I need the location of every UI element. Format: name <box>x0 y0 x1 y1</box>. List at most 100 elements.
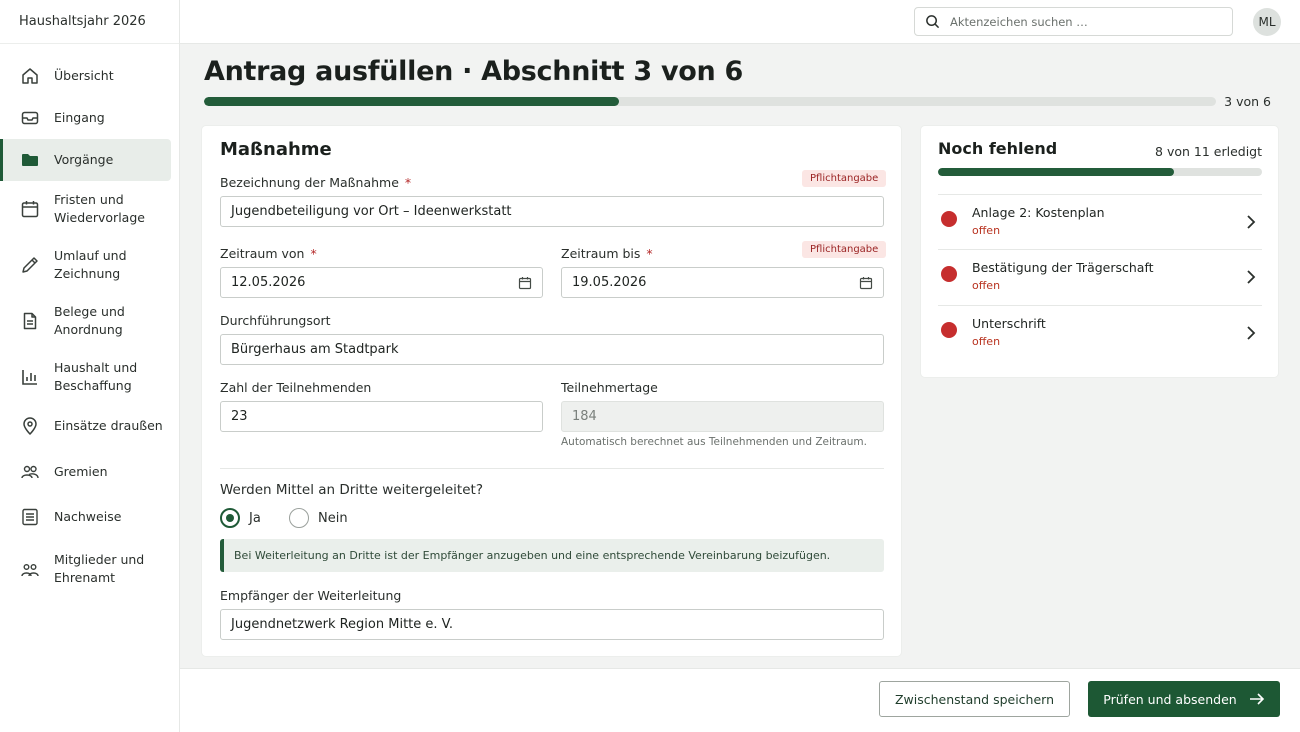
arrow-right-icon <box>1249 692 1265 706</box>
search-icon <box>925 14 940 29</box>
sidebar-nav: Übersicht Eingang Vorgänge Fristen und W… <box>0 44 179 597</box>
search-box[interactable] <box>914 7 1233 36</box>
section-progress-bar <box>204 97 1216 106</box>
chevron-right-icon <box>1246 269 1256 289</box>
status-dot-icon <box>941 211 957 227</box>
field-label-bezeichnung: Bezeichnung der Maßnahme * <box>220 175 411 190</box>
missing-item-status: offen <box>972 279 1001 292</box>
info-callout: Bei Weiterleitung an Dritte ist der Empf… <box>220 539 884 572</box>
radio-indicator[interactable] <box>289 508 309 528</box>
field-label-ort: Durchführungsort <box>220 313 331 328</box>
status-dot-icon <box>941 322 957 338</box>
sidebar-item-fristen[interactable]: Fristen und Wiedervorlage <box>0 181 171 237</box>
fiscal-year-title: Haushaltsjahr 2026 <box>0 0 179 44</box>
sidebar: Haushaltsjahr 2026 Übersicht Eingang Vor… <box>0 0 180 732</box>
checklist-icon <box>20 507 40 527</box>
required-asterisk: * <box>404 175 412 190</box>
bezeichnung-input[interactable]: Jugendbeteiligung vor Ort – Ideenwerksta… <box>220 196 884 227</box>
search-input[interactable] <box>950 14 1220 29</box>
document-icon <box>20 311 40 331</box>
required-badge: Pflichtangabe <box>802 170 887 187</box>
form-card: Maßnahme Bezeichnung der Maßnahme * Pflic… <box>202 126 901 656</box>
folder-icon <box>20 150 40 170</box>
field-label-teilnehmertage: Teilnehmertage <box>561 380 658 395</box>
label-text: Bezeichnung der Maßnahme <box>220 175 399 190</box>
teilnehmertage-hint: Automatisch berechnet aus Teilnehmenden … <box>561 436 868 448</box>
sidebar-item-uebersicht[interactable]: Übersicht <box>0 55 171 97</box>
sidebar-item-umlauf[interactable]: Umlauf und Zeichnung <box>0 237 171 293</box>
sidebar-item-label: Mitglieder und Ehrenamt <box>54 552 145 585</box>
home-icon <box>20 66 40 86</box>
missing-item-status: offen <box>972 224 1001 237</box>
sidebar-item-gremien[interactable]: Gremien <box>0 451 171 493</box>
radio-ja[interactable]: Ja <box>220 508 261 528</box>
sidebar-item-label: Fristen und Wiedervorlage <box>54 192 145 225</box>
sidebar-item-label: Gremien <box>54 464 108 479</box>
sidebar-item-nachweise[interactable]: Nachweise <box>0 496 171 538</box>
radio-label: Ja <box>249 510 261 526</box>
sidebar-item-label: Eingang <box>54 110 105 125</box>
completion-count: 8 von 11 erledigt <box>1155 144 1262 159</box>
missing-items-card: Noch fehlend 8 von 11 erledigt Anlage 2:… <box>921 126 1278 377</box>
weiterleitung-question: Werden Mittel an Dritte weitergeleitet? <box>220 482 483 498</box>
missing-item-kostenplan[interactable]: Anlage 2: Kostenplan offen <box>938 194 1262 250</box>
sidebar-item-haushalt[interactable]: Haushalt und Beschaffung <box>0 349 171 405</box>
missing-item-status: offen <box>972 335 1001 348</box>
sidebar-item-eingang[interactable]: Eingang <box>0 97 171 139</box>
radio-label: Nein <box>318 510 348 526</box>
missing-item-label: Bestätigung der Trägerschaft <box>972 260 1154 275</box>
zeitraum-bis-input[interactable]: 19.05.2026 <box>561 267 884 298</box>
page-title: Antrag ausfüllen · Abschnitt 3 von 6 <box>204 56 744 87</box>
section-progress-label: 3 von 6 <box>1224 94 1271 109</box>
missing-item-label: Unterschrift <box>972 316 1046 331</box>
calendar-icon <box>20 199 40 219</box>
sidebar-item-belege[interactable]: Belege und Anordnung <box>0 293 171 349</box>
map-pin-icon <box>20 416 40 436</box>
required-asterisk: * <box>310 246 317 261</box>
missing-item-unterschrift[interactable]: Unterschrift offen <box>938 305 1262 361</box>
sidebar-item-label: Vorgänge <box>54 152 114 167</box>
submit-label: Prüfen und absenden <box>1103 691 1237 707</box>
date-value: 12.05.2026 <box>231 275 306 290</box>
label-text: Zeitraum von <box>220 246 305 261</box>
missing-item-traegerschaft[interactable]: Bestätigung der Trägerschaft offen <box>938 249 1262 305</box>
field-label-teilnehmende: Zahl der Teilnehmenden <box>220 380 372 395</box>
missing-item-label: Anlage 2: Kostenplan <box>972 205 1105 220</box>
label-text: Zeitraum bis <box>561 246 641 261</box>
sidebar-item-label: Einsätze draußen <box>54 418 163 433</box>
inbox-icon <box>20 108 40 128</box>
sidebar-item-label: Belege und Anordnung <box>54 304 125 337</box>
section-title: Maßnahme <box>220 139 332 160</box>
sidebar-item-label: Haushalt und Beschaffung <box>54 360 138 393</box>
ort-input[interactable]: Bürgerhaus am Stadtpark <box>220 334 884 365</box>
user-avatar[interactable]: ML <box>1253 8 1281 36</box>
topbar: ML <box>180 0 1300 44</box>
calendar-icon[interactable] <box>518 276 532 294</box>
teilnehmende-input[interactable]: 23 <box>220 401 543 432</box>
pen-icon <box>20 255 40 275</box>
completion-progress-bar <box>938 168 1262 176</box>
teilnehmertage-readonly: 184 <box>561 401 884 432</box>
people-icon <box>20 559 40 579</box>
missing-title: Noch fehlend <box>938 139 1058 158</box>
zeitraum-von-input[interactable]: 12.05.2026 <box>220 267 543 298</box>
radio-indicator-selected[interactable] <box>220 508 240 528</box>
status-dot-icon <box>941 266 957 282</box>
section-progress-fill <box>204 97 619 106</box>
required-badge: Pflichtangabe <box>802 241 887 258</box>
sidebar-item-vorgaenge[interactable]: Vorgänge <box>0 139 171 181</box>
sidebar-item-einsaetze[interactable]: Einsätze draußen <box>0 405 171 447</box>
save-draft-button[interactable]: Zwischenstand speichern <box>879 681 1070 717</box>
action-bar: Zwischenstand speichern Prüfen und absen… <box>180 668 1300 732</box>
empfaenger-input[interactable]: Jugendnetzwerk Region Mitte e. V. <box>220 609 884 640</box>
required-asterisk: * <box>646 246 653 261</box>
chevron-right-icon <box>1246 214 1256 234</box>
sidebar-item-label: Übersicht <box>54 68 114 83</box>
submit-button[interactable]: Prüfen und absenden <box>1088 681 1280 717</box>
sidebar-item-mitglieder[interactable]: Mitglieder und Ehrenamt <box>0 541 171 597</box>
completion-progress-fill <box>938 168 1174 176</box>
sidebar-item-label: Umlauf und Zeichnung <box>54 248 127 281</box>
sidebar-item-label: Nachweise <box>54 509 122 524</box>
radio-nein[interactable]: Nein <box>289 508 348 528</box>
calendar-icon[interactable] <box>859 276 873 294</box>
